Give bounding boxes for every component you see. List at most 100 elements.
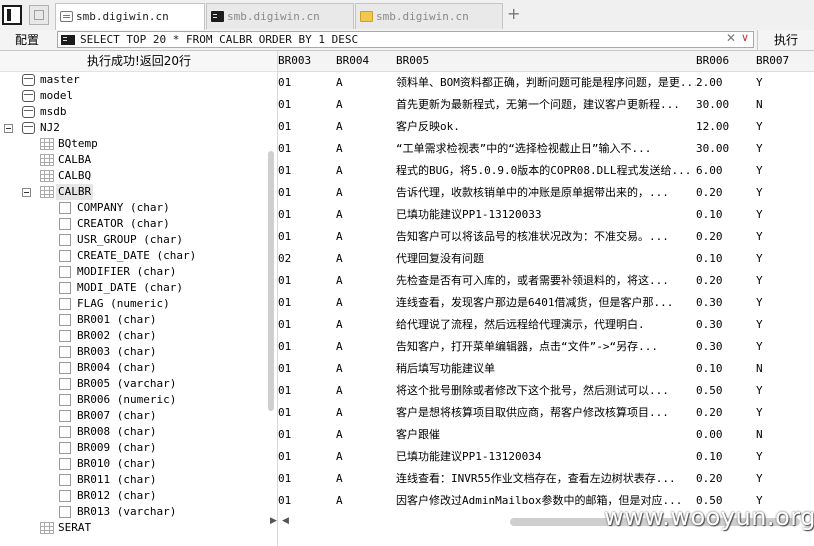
table-cell[interactable]: Y — [756, 138, 806, 160]
table-row[interactable]: 01 A 告知客户，打开菜单编辑器，点击“文件”->“另存... 0.30 Y — [278, 336, 814, 358]
table-cell[interactable]: 程式的BUG，将5.0.9.0版本的COPR08.DLL程式发送给... — [396, 160, 696, 182]
table-cell[interactable]: 告知客户，打开菜单编辑器，点击“文件”->“另存... — [396, 336, 696, 358]
collapse-icon[interactable] — [22, 188, 31, 197]
column-header[interactable]: BR005 — [396, 51, 696, 71]
table-cell[interactable]: 0.20 — [696, 182, 754, 204]
table-cell[interactable]: Y — [756, 116, 806, 138]
table-cell[interactable]: Y — [756, 336, 806, 358]
tab-file-session[interactable]: smb.digiwin.cn — [355, 3, 503, 29]
table-cell[interactable]: A — [336, 358, 386, 380]
table-cell[interactable]: Y — [756, 446, 806, 468]
table-cell[interactable]: Y — [756, 72, 806, 94]
table-cell[interactable]: 01 — [278, 446, 332, 468]
panel-toggle-icon[interactable] — [2, 5, 22, 25]
table-row[interactable]: 01 A 客户跟催 0.00 N — [278, 424, 814, 446]
column-header[interactable]: BR007 — [756, 51, 806, 71]
table-cell[interactable]: 30.00 — [696, 138, 754, 160]
table-cell[interactable]: Y — [756, 292, 806, 314]
table-cell[interactable]: Y — [756, 314, 806, 336]
table-cell[interactable]: 01 — [278, 336, 332, 358]
table-cell[interactable]: A — [336, 248, 386, 270]
table-cell[interactable]: 已填功能建议PP1-13120034 — [396, 446, 696, 468]
table-cell[interactable]: 01 — [278, 116, 332, 138]
table-cell[interactable]: A — [336, 490, 386, 512]
table-cell[interactable]: 2.00 — [696, 72, 754, 94]
table-cell[interactable]: 01 — [278, 138, 332, 160]
table-row[interactable]: 01 A 稍后填写功能建议单 0.10 N — [278, 358, 814, 380]
table-row[interactable]: 01 A 已填功能建议PP1-13120034 0.10 Y — [278, 446, 814, 468]
table-cell[interactable]: A — [336, 380, 386, 402]
table-cell[interactable]: 连线查看，发现客户那边是6401借减货，但是客户那... — [396, 292, 696, 314]
table-cell[interactable]: 连线查看：INVR55作业文档存在，查看左边树状表存... — [396, 468, 696, 490]
table-cell[interactable]: 01 — [278, 402, 332, 424]
table-cell[interactable]: A — [336, 116, 386, 138]
table-cell[interactable]: 将这个批号删除或者修改下这个批号，然后测试可以... — [396, 380, 696, 402]
table-cell[interactable]: N — [756, 94, 806, 116]
table-cell[interactable]: 首先更新为最新程式，无第一个问题，建议客户更新程... — [396, 94, 696, 116]
table-row[interactable]: 01 A 客户是想将核算项目取供应商，帮客户修改核算项目... 0.20 Y — [278, 402, 814, 424]
table-cell[interactable]: A — [336, 292, 386, 314]
table-cell[interactable]: N — [756, 424, 806, 446]
tab-terminal-session[interactable]: smb.digiwin.cn — [206, 3, 354, 29]
table-cell[interactable]: 已填功能建议PP1-13120033 — [396, 204, 696, 226]
table-cell[interactable]: N — [756, 358, 806, 380]
table-row[interactable]: 01 A 连线查看：INVR55作业文档存在，查看左边树状表存... 0.20 Y — [278, 468, 814, 490]
table-cell[interactable]: 告诉代理，收款核销单中的冲账是原单据带出来的，... — [396, 182, 696, 204]
table-cell[interactable]: Y — [756, 380, 806, 402]
table-cell[interactable]: A — [336, 160, 386, 182]
chevron-down-icon[interactable]: ∨ — [741, 31, 749, 44]
table-cell[interactable]: 01 — [278, 424, 332, 446]
table-row[interactable]: 01 A 告诉代理，收款核销单中的冲账是原单据带出来的，... 0.20 Y — [278, 182, 814, 204]
table-cell[interactable]: A — [336, 138, 386, 160]
table-cell[interactable]: 12.00 — [696, 116, 754, 138]
table-cell[interactable]: A — [336, 446, 386, 468]
sql-text[interactable]: SELECT TOP 20 * FROM CALBR ORDER BY 1 DE… — [80, 32, 358, 47]
table-row[interactable]: 01 A 连线查看，发现客户那边是6401借减货，但是客户那... 0.30 Y — [278, 292, 814, 314]
table-cell[interactable]: 0.10 — [696, 204, 754, 226]
table-cell[interactable]: A — [336, 72, 386, 94]
column-header[interactable]: BR004 — [336, 51, 386, 71]
table-cell[interactable]: A — [336, 204, 386, 226]
table-cell[interactable]: 01 — [278, 358, 332, 380]
table-cell[interactable]: 0.10 — [696, 248, 754, 270]
table-cell[interactable]: 01 — [278, 270, 332, 292]
scroll-left-icon[interactable]: ◀ — [282, 516, 289, 526]
column-header[interactable]: BR003 — [278, 51, 332, 71]
table-row[interactable]: 01 A 给代理说了流程，然后远程给代理演示，代理明白. 0.30 Y — [278, 314, 814, 336]
tree-scrollbar-thumb[interactable] — [268, 151, 274, 411]
table-row[interactable]: 01 A 告知客户可以将该品号的核准状况改为：不准交易。... 0.20 Y — [278, 226, 814, 248]
table-cell[interactable]: “工单需求检视表”中的“选择检视截止日”输入不... — [396, 138, 696, 160]
tree-scrollbar[interactable] — [266, 151, 276, 411]
table-cell[interactable]: 02 — [278, 248, 332, 270]
table-cell[interactable]: 领料单、BOM资料都正确，判断问题可能是程序问题，是更... — [396, 72, 696, 94]
table-cell[interactable]: 01 — [278, 314, 332, 336]
table-cell[interactable]: Y — [756, 402, 806, 424]
table-cell[interactable]: 0.30 — [696, 336, 754, 358]
table-row[interactable]: 01 A 已填功能建议PP1-13120033 0.10 Y — [278, 204, 814, 226]
table-row[interactable]: 01 A 领料单、BOM资料都正确，判断问题可能是程序问题，是更... 2.00 Y — [278, 72, 814, 94]
table-cell[interactable]: 0.10 — [696, 358, 754, 380]
table-cell[interactable]: 0.20 — [696, 468, 754, 490]
table-cell[interactable]: Y — [756, 204, 806, 226]
table-cell[interactable]: 01 — [278, 226, 332, 248]
config-button[interactable]: 配置 — [0, 30, 54, 50]
table-cell[interactable]: A — [336, 182, 386, 204]
table-cell[interactable]: Y — [756, 182, 806, 204]
column-header[interactable]: BR006 — [696, 51, 754, 71]
table-cell[interactable]: A — [336, 314, 386, 336]
table-cell[interactable]: A — [336, 336, 386, 358]
table-cell[interactable]: A — [336, 226, 386, 248]
new-tab-button[interactable]: + — [507, 5, 520, 23]
sql-input[interactable]: SELECT TOP 20 * FROM CALBR ORDER BY 1 DE… — [57, 31, 754, 48]
table-cell[interactable]: 01 — [278, 380, 332, 402]
table-cell[interactable]: A — [336, 424, 386, 446]
table-cell[interactable]: Y — [756, 226, 806, 248]
table-cell[interactable]: 0.10 — [696, 446, 754, 468]
table-row[interactable]: 01 A 程式的BUG，将5.0.9.0版本的COPR08.DLL程式发送给... 6… — [278, 160, 814, 182]
table-cell[interactable]: 0.20 — [696, 226, 754, 248]
table-cell[interactable]: 代理回复没有问题 — [396, 248, 696, 270]
table-cell[interactable]: 稍后填写功能建议单 — [396, 358, 696, 380]
tab-sql-session[interactable]: smb.digiwin.cn — [55, 3, 205, 30]
table-cell[interactable]: 01 — [278, 72, 332, 94]
tree-scroll-right-icon[interactable]: ▶ — [270, 516, 277, 526]
